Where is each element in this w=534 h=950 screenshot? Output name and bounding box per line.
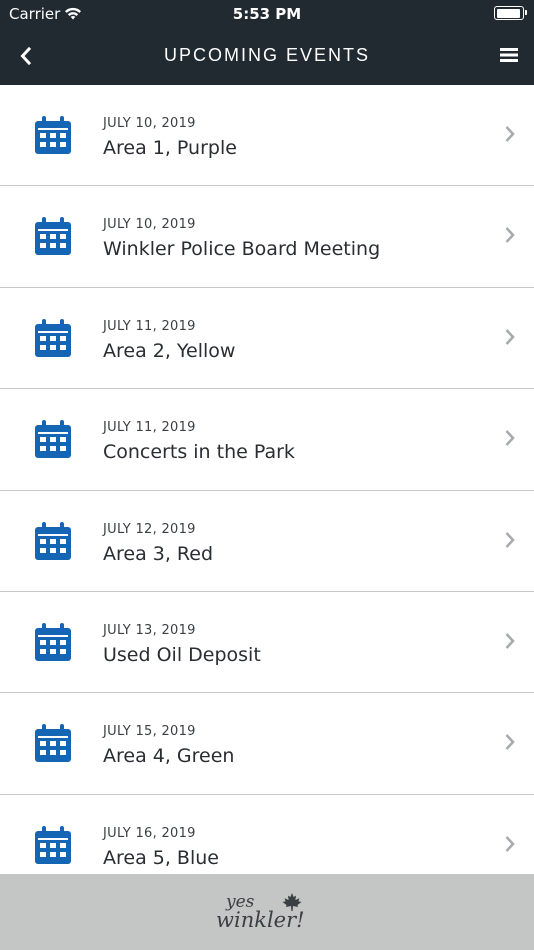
event-name: Used Oil Deposit (103, 643, 261, 666)
clock: 5:53 PM (232, 5, 302, 23)
calendar-icon (35, 318, 71, 357)
event-date: JULY 16, 2019 (103, 825, 196, 841)
calendar-icon (35, 724, 71, 763)
chevron-right-icon (505, 734, 515, 751)
navigation-bar: UPCOMING EVENTS (0, 28, 534, 85)
hamburger-menu-icon[interactable] (500, 47, 518, 63)
calendar-icon (35, 622, 71, 661)
event-date: JULY 10, 2019 (103, 116, 196, 131)
calendar-icon (35, 420, 71, 459)
event-row[interactable]: JULY 13, 2019 Used Oil Deposit (0, 591, 534, 694)
chevron-right-icon (505, 227, 515, 244)
chevron-right-icon (505, 633, 515, 649)
chevron-right-icon (505, 430, 515, 447)
calendar-icon (35, 825, 71, 864)
calendar-icon (35, 217, 71, 256)
battery-icon (494, 6, 527, 20)
event-row[interactable]: JULY 15, 2019 Area 4, Green (0, 693, 534, 795)
event-name: Winkler Police Board Meeting (103, 238, 381, 261)
event-date: JULY 11, 2019 (103, 420, 196, 436)
event-name: Area 5, Blue (103, 846, 219, 869)
logo-line-2: winkler! (216, 908, 305, 932)
events-list[interactable]: JULY 10, 2019 Area 1, Purple JULY 10, 20… (0, 85, 534, 874)
event-row[interactable]: JULY 12, 2019 Area 3, Red (0, 490, 534, 592)
calendar-icon (35, 116, 71, 154)
event-date: JULY 10, 2019 (103, 217, 196, 233)
footer: yes winkler! (0, 874, 534, 950)
event-date: JULY 11, 2019 (103, 318, 196, 334)
event-row[interactable]: JULY 10, 2019 Area 1, Purple (0, 85, 534, 187)
event-row[interactable]: JULY 16, 2019 Area 5, Blue (0, 794, 534, 874)
status-bar: Carrier 5:53 PM (0, 0, 534, 28)
chevron-right-icon (505, 328, 515, 345)
event-row[interactable]: JULY 10, 2019 Winkler Police Board Meeti… (0, 186, 534, 288)
calendar-icon (35, 521, 71, 560)
event-date: JULY 15, 2019 (103, 724, 196, 740)
event-name: Concerts in the Park (103, 441, 295, 464)
chevron-right-icon (505, 531, 515, 548)
event-row[interactable]: JULY 11, 2019 Concerts in the Park (0, 389, 534, 491)
event-name: Area 4, Green (103, 745, 235, 768)
chevron-right-icon (505, 126, 515, 142)
event-row[interactable]: JULY 11, 2019 Area 2, Yellow (0, 287, 534, 390)
event-name: Area 1, Purple (103, 137, 237, 159)
event-name: Area 2, Yellow (103, 339, 236, 362)
event-name: Area 3, Red (103, 542, 214, 565)
event-date: JULY 13, 2019 (103, 622, 196, 638)
event-date: JULY 12, 2019 (103, 521, 196, 537)
chevron-right-icon (505, 835, 515, 852)
battery-level (496, 8, 521, 18)
page-title: UPCOMING EVENTS (163, 45, 371, 65)
yes-winkler-logo[interactable]: yes winkler! (215, 892, 319, 938)
